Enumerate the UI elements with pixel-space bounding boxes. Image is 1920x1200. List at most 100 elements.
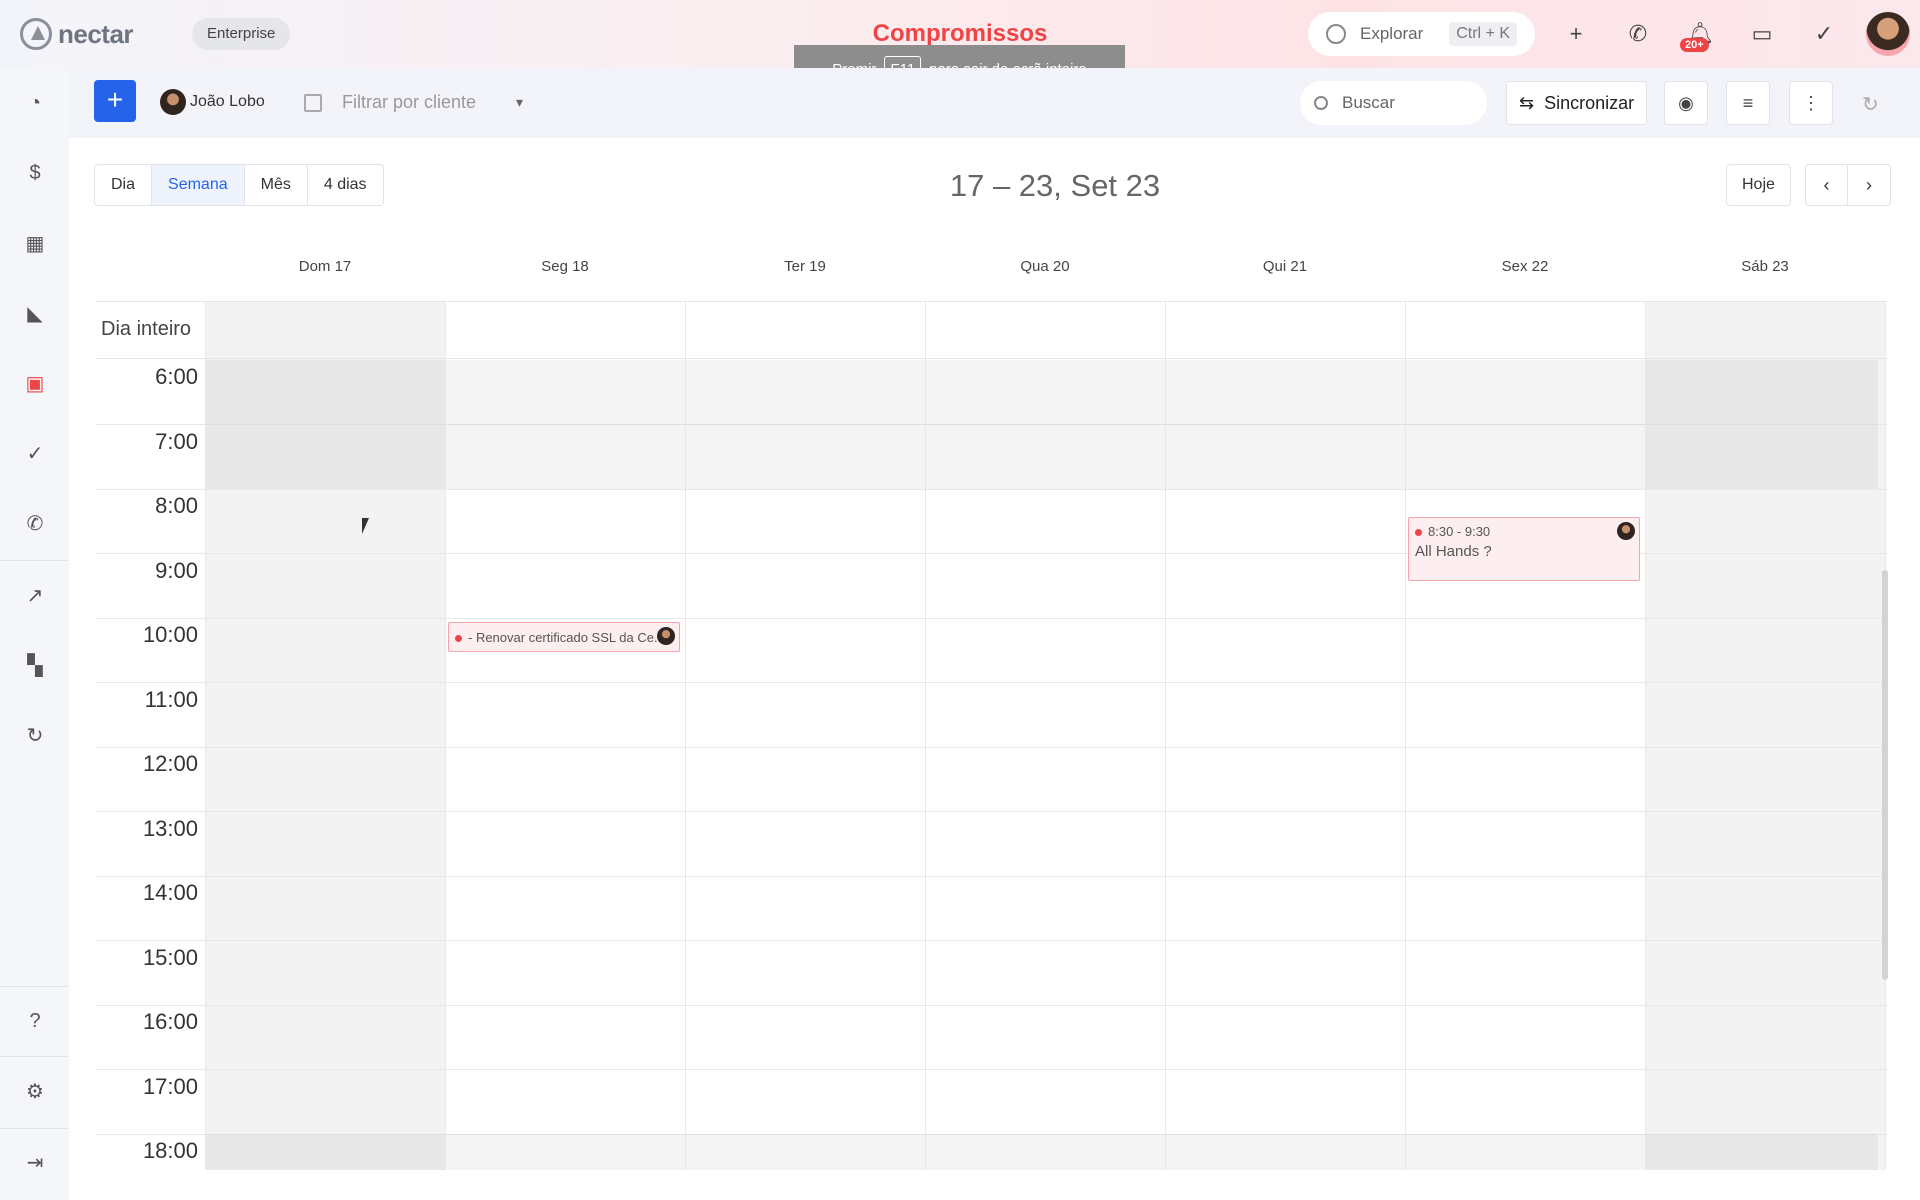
today-button[interactable]: Hoje [1726,164,1791,206]
client-filter[interactable]: Filtrar por cliente ▾ [304,92,523,113]
more-options-button[interactable]: ⋮ [1789,81,1833,125]
view-switch: Dia Semana Mês 4 dias [94,164,384,206]
app-logo[interactable]: nectar [20,18,134,50]
settings-gear-icon[interactable]: ⚙ [22,1078,48,1104]
explore-search[interactable]: Explorar Ctrl + K [1308,12,1535,56]
filter-button[interactable]: ≡ [1726,81,1770,125]
day-header[interactable]: Qua 20 [925,258,1165,275]
automation-icon[interactable]: ↻ [22,722,48,748]
filter-lines-icon: ≡ [1742,92,1754,113]
widgets-icon[interactable]: ▚ [22,652,48,678]
plus-icon[interactable]: + [1562,20,1590,48]
column-divider [1405,302,1406,1170]
day-header[interactable]: Sáb 23 [1645,258,1885,275]
sidebar-divider [0,1056,69,1057]
week-calendar: Dia inteiro Dom 17 Seg 18 Ter 19 Qua 20 Qui … [95,240,1888,1170]
hour-row[interactable] [95,941,1888,1006]
calendar-icon[interactable]: ▣ [22,370,48,396]
help-icon[interactable]: ? [22,1008,48,1034]
day-header[interactable]: Ter 19 [685,258,925,275]
inbox-icon[interactable]: ▭ [1748,20,1776,48]
mouse-cursor [362,518,369,534]
hour-row[interactable] [95,683,1888,748]
nectar-logo-icon [20,18,52,50]
chevron-left-icon: ‹ [1823,175,1830,195]
sidebar-divider [0,986,69,987]
day-header[interactable]: Seg 18 [445,258,685,275]
event-time: 8:30 - 9:30 [1428,524,1491,540]
hour-label: 10:00 [142,622,198,647]
hour-row[interactable] [95,1005,1888,1070]
user-filter[interactable]: João Lobo [160,89,265,115]
sync-label: Sincronizar [1544,92,1635,113]
column-divider [685,302,686,1170]
sidebar: ◔ $ ▦ ◣ ▣ ✓ ✆ ↗ ▚ ↻ ? ⚙ ⇥ [0,68,69,1200]
sidebar-divider [0,560,69,561]
user-avatar[interactable] [1866,12,1910,56]
view-day[interactable]: Dia [95,165,153,205]
date-range-title: 17 – 23, Set 23 [949,168,1161,203]
search-icon [1314,96,1328,110]
building-icon[interactable]: ▦ [22,230,48,256]
chevron-down-icon[interactable]: ▾ [516,94,523,111]
column-divider [1645,302,1646,1170]
day-header[interactable]: Dom 17 [205,258,445,275]
view-four-days[interactable]: 4 dias [308,165,383,205]
next-period-button[interactable]: › [1848,165,1890,205]
user-filter-avatar [160,89,186,115]
view-week[interactable]: Semana [152,165,245,205]
day-header[interactable]: Qui 21 [1165,258,1405,275]
hour-row[interactable] [95,747,1888,812]
search-input[interactable]: Buscar [1300,81,1487,125]
funnel-chart-icon[interactable]: ◣ [22,300,48,326]
eye-icon: ◉ [1678,92,1694,113]
dashboard-pie-icon[interactable]: ◔ [22,90,48,116]
logo-text: nectar [58,18,134,49]
all-day-row[interactable] [95,301,1888,359]
column-divider [1165,302,1166,1170]
hour-label: 8:00 [155,493,198,518]
event-status-dot [1415,529,1422,537]
check-circle-icon[interactable]: ✓ [22,440,48,466]
compass-icon [1326,24,1346,44]
hour-label: 16:00 [142,1009,198,1034]
hour-label: 6:00 [155,364,198,389]
sidebar-divider [0,1128,69,1129]
phone-call-icon[interactable]: ✆ [22,510,48,536]
previous-period-button[interactable]: ‹ [1806,165,1848,205]
kebab-menu-icon: ⋮ [1802,92,1820,113]
hour-label: 18:00 [142,1138,198,1163]
calendar-scrollbar[interactable] [1882,570,1888,980]
calendar-event[interactable]: - Renovar certificado SSL da Ce... [448,622,680,652]
page-title: Compromissos [872,20,1048,47]
day-header[interactable]: Sex 22 [1405,258,1645,275]
hour-row[interactable] [95,1070,1888,1135]
chevron-right-icon: › [1866,175,1872,195]
view-month[interactable]: Mês [245,165,308,205]
hour-label: 12:00 [142,751,198,776]
event-status-dot [455,635,462,643]
user-filter-name: João Lobo [190,93,265,110]
add-appointment-button[interactable]: + [94,80,136,122]
calendar-event[interactable]: 8:30 - 9:30 All Hands ? [1408,517,1640,582]
event-avatar [657,627,675,645]
hour-row[interactable] [95,812,1888,877]
expand-sidebar-icon[interactable]: ⇥ [22,1149,48,1175]
hour-row[interactable] [95,876,1888,941]
explore-shortcut: Ctrl + K [1449,22,1517,46]
off-hours-shading [205,1134,1878,1170]
dollar-icon[interactable]: $ [22,160,48,186]
hour-row[interactable] [95,618,1888,683]
refresh-icon[interactable]: ↻ [1862,92,1879,117]
analytics-icon[interactable]: ↗ [22,582,48,608]
explore-label: Explorar [1360,24,1424,43]
hour-label: 13:00 [142,815,198,841]
hour-label: 9:00 [155,557,198,583]
hour-label: 7:00 [155,428,198,454]
hour-label: 15:00 [142,944,198,970]
sync-button[interactable]: ⇆ Sincronizar [1506,81,1647,125]
phone-icon[interactable]: ✆ [1624,20,1652,48]
visibility-button[interactable]: ◉ [1664,81,1708,125]
plan-badge: Enterprise [192,18,291,50]
task-check-icon[interactable]: ✓ [1810,20,1838,48]
